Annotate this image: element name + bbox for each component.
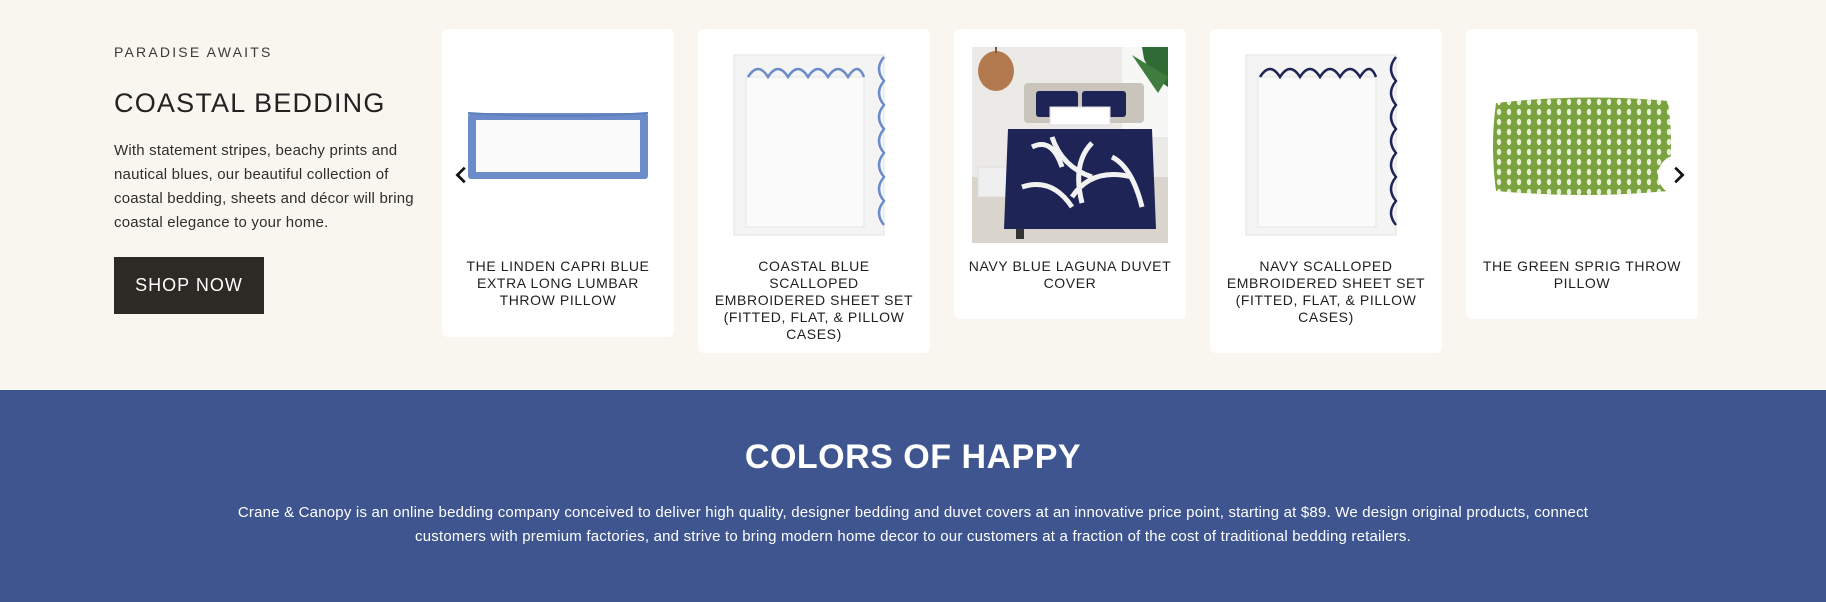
product-title[interactable]: THE LINDEN CAPRI BLUE EXTRA LONG LUMBAR … (456, 258, 660, 309)
product-image[interactable] (716, 47, 912, 243)
collection-title: COASTAL BEDDING (114, 88, 386, 118)
collection-intro: PARADISE AWAITS COASTAL BEDDING With sta… (114, 44, 414, 314)
product-image[interactable] (1228, 47, 1424, 243)
collection-eyebrow: PARADISE AWAITS (114, 44, 273, 60)
carousel-prev-button[interactable] (442, 155, 482, 195)
product-card[interactable]: NAVY BLUE LAGUNA DUVET COVER (954, 29, 1186, 319)
featured-collection-section: PARADISE AWAITS COASTAL BEDDING With sta… (0, 0, 1826, 390)
product-image[interactable] (972, 47, 1168, 243)
product-title[interactable]: THE GREEN SPRIG THROW PILLOW (1480, 258, 1684, 292)
product-card[interactable]: NAVY SCALLOPED EMBROIDERED SHEET SET (FI… (1210, 29, 1442, 353)
brand-story-text: Crane & Canopy is an online bedding comp… (237, 504, 1589, 545)
carousel-next-button[interactable] (1658, 155, 1698, 195)
product-title[interactable]: NAVY SCALLOPED EMBROIDERED SHEET SET (FI… (1224, 258, 1428, 326)
product-card[interactable]: COASTAL BLUE SCALLOPED EMBROIDERED SHEET… (698, 29, 930, 353)
product-title[interactable]: NAVY BLUE LAGUNA DUVET COVER (968, 258, 1172, 292)
brand-story-section: COLORS OF HAPPY Crane & Canopy is an onl… (0, 390, 1826, 602)
product-image[interactable] (460, 47, 656, 243)
shop-now-button[interactable]: SHOP NOW (114, 257, 264, 314)
brand-story-title: COLORS OF HAPPY (744, 438, 1082, 476)
product-title[interactable]: COASTAL BLUE SCALLOPED EMBROIDERED SHEET… (712, 258, 916, 343)
collection-description: With statement stripes, beachy prints an… (114, 142, 414, 231)
product-image[interactable] (1484, 47, 1680, 243)
chevron-right-icon (1674, 166, 1685, 184)
chevron-left-icon (455, 166, 466, 184)
